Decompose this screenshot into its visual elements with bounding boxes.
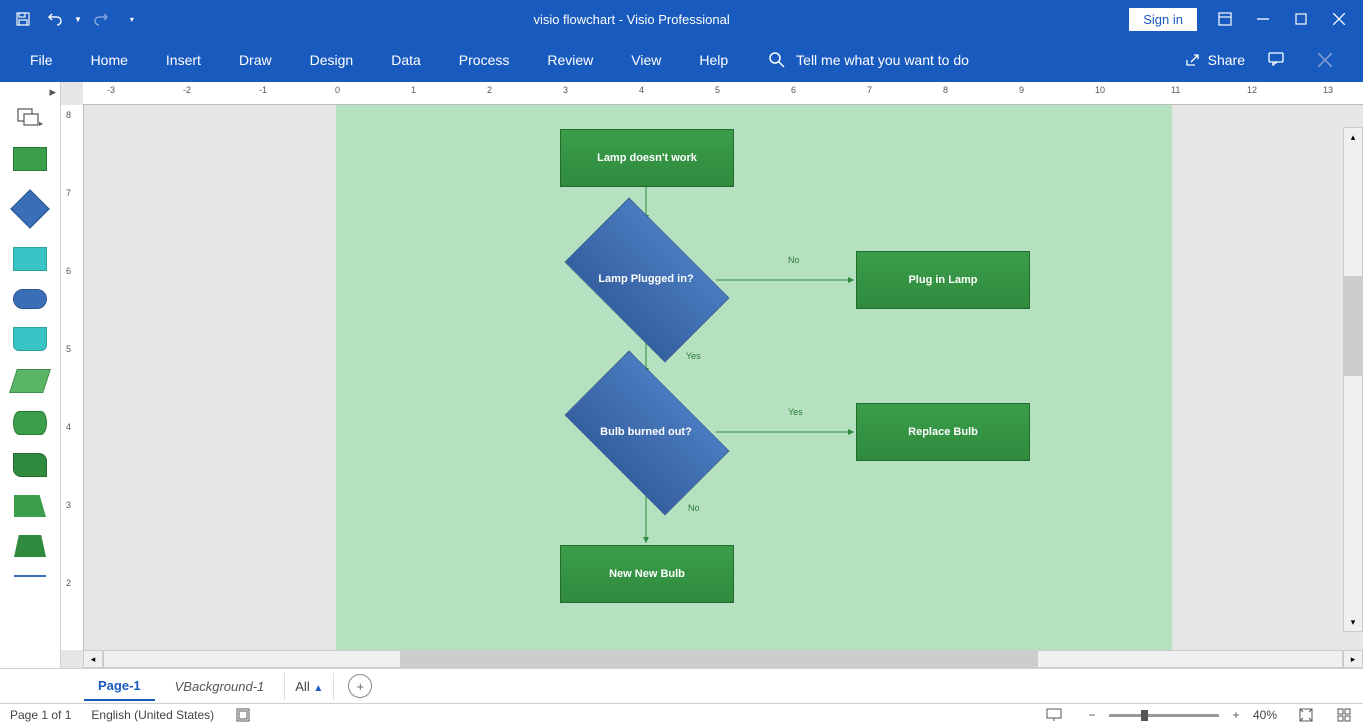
comments-icon[interactable] [1267, 50, 1285, 71]
language[interactable]: English (United States) [91, 708, 214, 722]
shape-decision[interactable] [10, 189, 50, 229]
minimize-icon[interactable] [1253, 9, 1273, 29]
zoom-control: − + 40% [1083, 706, 1277, 724]
hscroll-thumb[interactable] [400, 651, 1038, 667]
shape-database[interactable] [13, 411, 47, 435]
node-bulb-decision[interactable]: Bulb burned out? [576, 376, 716, 488]
edge-no-2: No [688, 503, 700, 513]
vscroll-thumb[interactable] [1344, 276, 1362, 376]
shapes-panel: ▸ ▸ [0, 82, 61, 668]
shape-connector[interactable] [14, 575, 46, 577]
node-start[interactable]: Lamp doesn't work [560, 129, 734, 187]
tab-insert[interactable]: Insert [148, 44, 219, 76]
edge-yes-2: Yes [788, 407, 803, 417]
shape-manual-input[interactable] [14, 535, 46, 557]
zoom-in-icon[interactable]: + [1227, 706, 1245, 724]
shape-data[interactable] [9, 369, 51, 393]
maximize-icon[interactable] [1291, 9, 1311, 29]
undo-icon[interactable] [42, 6, 68, 32]
tell-me-label: Tell me what you want to do [796, 52, 969, 68]
edge-no-1: No [788, 255, 800, 265]
shape-manual-op[interactable] [14, 495, 46, 517]
page-tabs: Page-1 VBackground-1 All ▲ + [0, 668, 1363, 703]
fit-window-icon[interactable] [1297, 706, 1315, 724]
horizontal-scrollbar[interactable]: ◂ ▸ [83, 650, 1363, 668]
undo-dropdown-icon[interactable]: ▼ [74, 15, 82, 24]
macro-icon[interactable] [234, 706, 252, 724]
tab-page1[interactable]: Page-1 [84, 672, 155, 701]
tab-draw[interactable]: Draw [221, 44, 290, 76]
vertical-ruler: 8765432 [61, 105, 84, 650]
zoom-level[interactable]: 40% [1253, 708, 1277, 722]
horizontal-ruler: -3-2-1012345678910111213 [83, 82, 1363, 105]
scroll-down-icon[interactable]: ▾ [1344, 613, 1362, 631]
close-icon[interactable] [1329, 9, 1349, 29]
share-button[interactable]: Share [1184, 52, 1245, 68]
tab-data[interactable]: Data [373, 44, 439, 76]
scroll-up-icon[interactable]: ▴ [1344, 128, 1362, 146]
signin-button[interactable]: Sign in [1129, 8, 1197, 31]
collapse-ribbon-icon[interactable] [1307, 42, 1343, 78]
redo-icon[interactable] [88, 6, 114, 32]
all-pages-button[interactable]: All ▲ [284, 673, 334, 700]
page-background: Lamp doesn't work Lamp Plugged in? No Pl… [336, 105, 1172, 650]
title-bar: ▼ ▾ visio flowchart - Visio Professional… [0, 0, 1363, 38]
scroll-right-icon[interactable]: ▸ [1343, 650, 1363, 668]
window-title: visio flowchart - Visio Professional [134, 12, 1129, 27]
save-icon[interactable] [10, 6, 36, 32]
tab-process[interactable]: Process [441, 44, 528, 76]
tab-vbackground[interactable]: VBackground-1 [161, 673, 279, 700]
zoom-out-icon[interactable]: − [1083, 706, 1101, 724]
shape-document[interactable] [13, 327, 47, 351]
tab-view[interactable]: View [613, 44, 679, 76]
quick-access-toolbar: ▼ ▾ [0, 6, 134, 32]
page-count: Page 1 of 1 [10, 708, 71, 722]
node-newbulb[interactable]: New New Bulb [560, 545, 734, 603]
shapes-window-icon[interactable]: ▸ [17, 108, 43, 129]
fullscreen-icon[interactable] [1335, 706, 1353, 724]
status-bar: Page 1 of 1 English (United States) − + … [0, 703, 1363, 724]
shape-external[interactable] [13, 453, 47, 477]
node-replace[interactable]: Replace Bulb [856, 403, 1030, 461]
zoom-slider[interactable] [1109, 714, 1219, 717]
scroll-left-icon[interactable]: ◂ [83, 650, 103, 668]
drawing-canvas[interactable]: Lamp doesn't work Lamp Plugged in? No Pl… [84, 105, 1363, 650]
tab-help[interactable]: Help [681, 44, 746, 76]
shape-terminator[interactable] [13, 289, 47, 309]
add-page-button[interactable]: + [348, 674, 372, 698]
node-plugin[interactable]: Plug in Lamp [856, 251, 1030, 309]
tab-home[interactable]: Home [73, 44, 146, 76]
expand-panel-icon[interactable]: ▸ [49, 84, 56, 100]
tab-file[interactable]: File [12, 44, 71, 76]
shape-process[interactable] [13, 147, 47, 171]
presentation-icon[interactable] [1045, 706, 1063, 724]
vertical-scrollbar[interactable]: ▴ ▾ [1343, 127, 1363, 632]
ribbon-tabs: File Home Insert Draw Design Data Proces… [0, 38, 1363, 82]
shape-subprocess[interactable] [13, 247, 47, 271]
node-plugged-decision[interactable]: Lamp Plugged in? [576, 223, 716, 335]
ribbon-options-icon[interactable] [1215, 9, 1235, 29]
edge-yes-1: Yes [686, 351, 701, 361]
tab-review[interactable]: Review [529, 44, 611, 76]
tell-me-search[interactable]: Tell me what you want to do [768, 51, 969, 69]
tab-design[interactable]: Design [292, 44, 372, 76]
